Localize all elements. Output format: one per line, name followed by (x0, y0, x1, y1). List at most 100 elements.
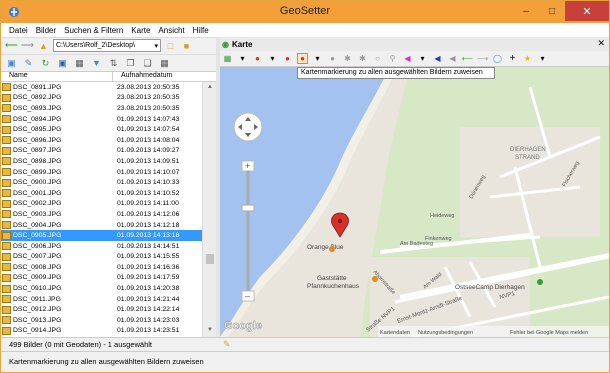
grid-icon[interactable]: ▦ (158, 57, 171, 69)
zoom-to-icon[interactable]: ○ (372, 53, 383, 64)
direction-dropdown-icon[interactable]: ▾ (417, 53, 428, 64)
favorites-dropdown-icon[interactable]: ▾ (537, 53, 548, 64)
image-file-icon (2, 305, 11, 314)
open-folder-icon[interactable]: □ (164, 40, 177, 52)
table-row[interactable]: DSC_0902.JPG 01.09.2013 14:11:00 (1, 199, 202, 210)
table-row[interactable]: DSC_0907.JPG 01.09.2013 14:15:55 (1, 252, 202, 263)
scrollbar-thumb[interactable] (206, 254, 214, 264)
file-name: DSC_0896.JPG (13, 136, 62, 144)
table-row[interactable]: DSC_0901.JPG 01.09.2013 14:10:52 (1, 188, 202, 199)
set-marker-icon[interactable]: ● (282, 53, 293, 64)
pencil-icon[interactable]: ✎ (223, 339, 231, 350)
table-row[interactable]: DSC_0892.JPG 23.08.2013 20:50:35 (1, 93, 202, 104)
table-row[interactable]: DSC_0891.JPG 23.08.2013 20:50:35 (1, 82, 202, 93)
table-row[interactable]: DSC_0906.JPG 01.09.2013 14:14:51 (1, 241, 202, 252)
save-icon[interactable]: ▣ (56, 57, 69, 69)
table-row[interactable]: DSC_0898.JPG 01.09.2013 14:09:51 (1, 156, 202, 167)
scroll-down-icon[interactable]: ▼ (206, 327, 214, 335)
crosshair-icon[interactable]: + (507, 53, 518, 64)
label-ostseecamp: OstseeCamp Dierhagen (455, 284, 525, 291)
menu-datei[interactable]: Datei (5, 26, 32, 35)
sort-icon[interactable]: ⇅ (107, 57, 120, 69)
remove-marker-icon[interactable]: ● (327, 53, 338, 64)
track-icon[interactable]: ✱ (342, 53, 353, 64)
table-row[interactable]: DSC_0894.JPG 01.09.2013 14:07:43 (1, 114, 202, 125)
file-date: 01.09.2013 14:10:33 (117, 179, 180, 187)
table-row[interactable]: DSC_0910.JPG 01.09.2013 14:20:38 (1, 283, 202, 294)
copy-icon[interactable]: ❐ (124, 57, 137, 69)
direction-blue-icon[interactable]: ◀ (432, 53, 443, 64)
edit-data-icon[interactable]: ✎ (22, 57, 35, 69)
image-icon[interactable]: ▣ (5, 57, 18, 69)
file-date: 01.09.2013 14:23:03 (117, 316, 180, 324)
file-name: DSC_0898.JPG (13, 157, 62, 165)
refresh-icon[interactable]: ↻ (39, 57, 52, 69)
map-panel-close-icon[interactable]: ✕ (597, 38, 605, 49)
marker-icon[interactable]: ● (252, 53, 263, 64)
chevron-down-icon[interactable]: ▾ (154, 42, 158, 50)
file-browser-panel: ⟵ ⟶ ▲ C:\Users\Rolf_2\Desktop\ ▾ □ ■ ▣ ✎… (1, 37, 216, 337)
favorites-star-icon[interactable]: ★ (522, 53, 533, 64)
file-name: DSC_0908.JPG (13, 263, 62, 271)
menu-bilder[interactable]: Bilder (32, 26, 60, 35)
track-2-icon[interactable]: ✱ (357, 53, 368, 64)
table-row[interactable]: DSC_0912.JPG 01.09.2013 14:22:14 (1, 304, 202, 315)
favorites-folder-icon[interactable]: ■ (180, 40, 193, 52)
direction-magenta-icon[interactable]: ◀ (402, 53, 413, 64)
status-bar: Kartenmarkierung zu allen ausgewählten B… (1, 351, 609, 371)
map-canvas[interactable]: DIERHAGEN STRAND Dünenweg Heideweg Finke… (220, 67, 609, 337)
table-row[interactable]: DSC_0904.JPG 01.09.2013 14:12:18 (1, 220, 202, 231)
filter-icon[interactable]: ▼ (90, 57, 103, 69)
minimize-button[interactable]: – (513, 1, 539, 21)
image-file-icon (2, 104, 11, 113)
table-row[interactable]: DSC_0908.JPG 01.09.2013 14:16:36 (1, 262, 202, 273)
file-name: DSC_0894.JPG (13, 115, 62, 123)
table-row[interactable]: DSC_0896.JPG 01.09.2013 14:08:04 (1, 135, 202, 146)
back-arrow-green-icon[interactable]: ⟵ (462, 53, 473, 64)
label-am-badesteg: Am Badesteg (400, 241, 433, 247)
scroll-up-icon[interactable]: ▲ (206, 84, 214, 92)
menu-suchen-filtern[interactable]: Suchen & Filtern (60, 26, 127, 35)
file-date: 01.09.2013 14:12:18 (117, 221, 180, 229)
map-panel-title: Karte (231, 39, 253, 49)
search-icon[interactable]: ⚲ (387, 53, 398, 64)
path-input[interactable]: C:\Users\Rolf_2\Desktop\ ▾ (53, 39, 161, 52)
direction-gray-icon[interactable]: ◀ (447, 53, 458, 64)
assign-marker-dropdown-icon[interactable]: ▾ (312, 53, 323, 64)
back-arrow-icon[interactable]: ⟵ (5, 40, 18, 52)
close-button[interactable]: ✕ (565, 1, 609, 21)
map-type-dropdown-icon[interactable]: ▾ (237, 53, 248, 64)
column-header-name[interactable]: Name (1, 72, 113, 81)
title-bar[interactable]: GeoSetter – □ ✕ (1, 1, 609, 23)
image-file-icon (2, 199, 11, 208)
map-view[interactable]: DIERHAGEN STRAND Dünenweg Heideweg Finke… (220, 67, 609, 337)
forward-arrow-gray-icon[interactable]: ⟶ (477, 53, 488, 64)
menu-karte[interactable]: Karte (127, 26, 154, 35)
paste-icon[interactable]: ❑ (141, 57, 154, 69)
maximize-button[interactable]: □ (539, 1, 565, 21)
table-row[interactable]: DSC_0905.JPG 01.09.2013 14:13:18 (1, 230, 202, 241)
table-row[interactable]: DSC_0897.JPG 01.09.2013 14:09:27 (1, 146, 202, 157)
view-mode-icon[interactable]: ▦ (73, 57, 86, 69)
file-name: DSC_0904.JPG (13, 221, 62, 229)
menu-hilfe[interactable]: Hilfe (189, 26, 213, 35)
map-type-icon[interactable]: ▦ (222, 53, 233, 64)
speech-bubble-icon[interactable]: ◯ (492, 53, 503, 64)
table-row[interactable]: DSC_0900.JPG 01.09.2013 14:10:33 (1, 177, 202, 188)
menu-ansicht[interactable]: Ansicht (154, 26, 188, 35)
file-list-scrollbar[interactable]: ▲ ▼ (202, 82, 216, 337)
table-row[interactable]: DSC_0914.JPG 01.09.2013 14:23:51 (1, 326, 202, 337)
table-row[interactable]: DSC_0909.JPG 01.09.2013 14:17:59 (1, 273, 202, 284)
table-row[interactable]: DSC_0893.JPG 23.08.2013 20:50:35 (1, 103, 202, 114)
table-row[interactable]: DSC_0903.JPG 01.09.2013 14:12:06 (1, 209, 202, 220)
table-row[interactable]: DSC_0899.JPG 01.09.2013 14:10:07 (1, 167, 202, 178)
table-row[interactable]: DSC_0895.JPG 01.09.2013 14:07:54 (1, 124, 202, 135)
column-header-date[interactable]: Aufnahmedatum (113, 72, 172, 81)
marker-dropdown-icon[interactable]: ▾ (267, 53, 278, 64)
assign-marker-icon[interactable]: ● (297, 53, 308, 64)
table-row[interactable]: DSC_0911.JPG 01.09.2013 14:21:44 (1, 294, 202, 305)
table-row[interactable]: DSC_0913.JPG 01.09.2013 14:23:03 (1, 315, 202, 326)
folder-up-icon[interactable]: ▲ (37, 40, 50, 52)
forward-arrow-icon[interactable]: ⟶ (21, 40, 34, 52)
menu-bar: Datei Bilder Suchen & Filtern Karte Ansi… (1, 23, 609, 38)
